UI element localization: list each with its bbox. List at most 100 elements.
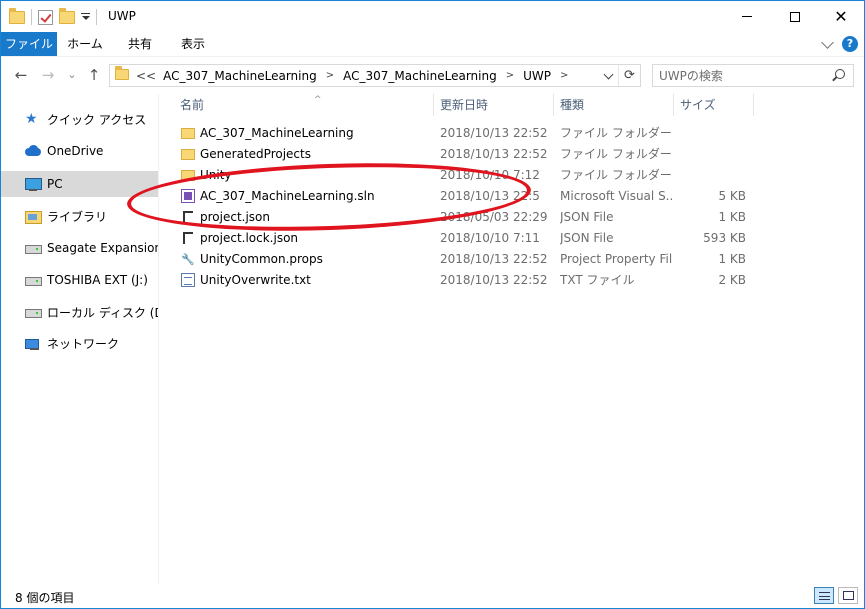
folder-icon [9,7,25,24]
file-name: UnityOverwrite.txt [200,273,311,287]
table-row[interactable]: UnityCommon.props 2018/10/13 22:52 Proje… [160,249,760,270]
back-arrow-icon[interactable]: ← [12,66,30,84]
recent-locations-chevron-icon[interactable]: ⌄ [63,66,81,84]
toolbar-divider [96,9,97,25]
navigation-row: ← → ⌄ ↑ << AC_307_MachineLearning > AC_3… [1,56,864,94]
sidebar-item-toshiba[interactable]: TOSHIBA EXT (J:) [1,267,158,293]
file-size: 5 KB [718,189,746,203]
details-view-button[interactable] [814,587,834,604]
status-bar: 8 個の項目 [1,585,864,608]
file-date: 2018/10/13 22:52 [440,126,548,140]
wrench-props-icon [181,252,195,266]
table-row[interactable]: AC_307_MachineLearning 2018/10/13 22:52 … [160,123,760,144]
column-header-size[interactable]: サイズ [674,94,754,116]
sidebar-item-seagate[interactable]: Seagate Expansion Dr [1,235,158,261]
search-icon[interactable] [835,69,845,79]
json-file-icon [183,211,193,223]
sidebar-item-network[interactable]: ネットワーク [1,330,158,356]
minimize-icon [742,16,752,17]
expand-ribbon-chevron-icon[interactable] [821,35,834,49]
folder-icon [181,128,195,139]
customize-toolbar-dropdown-icon[interactable] [81,12,90,22]
file-date: 2018/10/13 22:5 [440,189,540,203]
sidebar-item-pc[interactable]: PC [1,171,158,197]
breadcrumb-item[interactable]: AC_307_MachineLearning [163,69,317,83]
forward-arrow-icon[interactable]: → [39,66,57,84]
file-type: JSON File [560,210,614,224]
file-type: ファイル フォルダー [560,147,672,161]
file-name: AC_307_MachineLearning [200,126,354,140]
help-icon[interactable]: ? [842,36,858,52]
item-count: 8 個の項目 [15,591,75,605]
breadcrumb-item[interactable]: UWP [523,69,551,83]
close-icon: ✕ [834,6,848,26]
sidebar-item-label: OneDrive [47,144,104,158]
file-size: 2 KB [718,273,746,287]
table-row[interactable]: project.json 2018/05/03 22:29 JSON File … [160,207,760,228]
onedrive-cloud-icon [25,143,41,159]
address-bar[interactable]: << AC_307_MachineLearning > AC_307_Machi… [109,64,641,87]
file-type: Project Property File [560,252,672,266]
search-input[interactable] [653,65,828,86]
view-toggle [814,587,858,604]
file-list: 名前 ^ 更新日時 種類 サイズ AC_307_MachineLearning … [160,94,864,584]
breadcrumb-overflow[interactable]: << [136,69,156,83]
sidebar-item-local-disk[interactable]: ローカル ディスク (D:) [1,299,158,325]
sidebar-item-label: PC [47,177,63,191]
close-button[interactable]: ✕ [818,1,864,32]
file-date: 2018/10/10 7:11 [440,231,540,245]
breadcrumb-item[interactable]: AC_307_MachineLearning [343,69,497,83]
file-type: ファイル フォルダー [560,168,672,182]
breadcrumb-separator-icon[interactable]: > [560,70,568,81]
file-date: 2018/10/13 22:52 [440,147,548,161]
tab-home[interactable]: ホーム [57,32,113,56]
file-size: 593 KB [703,231,746,245]
large-icons-view-button[interactable] [838,587,858,604]
title-bar: UWP ✕ [1,1,864,32]
quick-access-star-icon [25,111,41,127]
file-date: 2018/10/13 22:52 [440,273,548,287]
network-icon [25,335,41,351]
file-type: Microsoft Visual S... [560,189,672,203]
sidebar-item-quick-access[interactable]: クイック アクセス [1,106,158,132]
table-row[interactable]: project.lock.json 2018/10/10 7:11 JSON F… [160,228,760,249]
sidebar-item-label: ライブラリ [47,209,108,224]
column-header-type[interactable]: 種類 [554,94,674,116]
sidebar-item-onedrive[interactable]: OneDrive [1,138,158,164]
tab-file[interactable]: ファイル [1,32,57,56]
file-date: 2018/05/03 22:29 [440,210,548,224]
drive-icon [25,272,42,288]
search-box[interactable] [652,64,854,87]
column-header-name[interactable]: 名前 ^ [174,94,434,116]
up-arrow-icon[interactable]: ↑ [85,66,103,84]
file-name: AC_307_MachineLearning.sln [200,189,375,203]
table-row[interactable]: Unity 2018/10/10 7:12 ファイル フォルダー [160,165,760,186]
refresh-icon[interactable]: ⟳ [618,65,640,86]
ribbon-controls: ? [821,35,858,52]
ribbon-tabs: ファイル ホーム 共有 表示 ? [1,32,864,56]
sidebar-item-label: ネットワーク [47,336,120,351]
table-row[interactable]: UnityOverwrite.txt 2018/10/13 22:52 TXT … [160,270,760,291]
file-name: project.lock.json [200,231,299,245]
column-header-date[interactable]: 更新日時 [434,94,554,116]
table-row[interactable]: AC_307_MachineLearning.sln 2018/10/13 22… [160,186,760,207]
folder-icon [181,149,195,160]
minimize-button[interactable] [724,1,770,32]
file-size: 1 KB [718,210,746,224]
breadcrumb-separator-icon[interactable]: > [506,70,514,81]
breadcrumb-separator-icon[interactable]: > [326,70,334,81]
sidebar-item-library[interactable]: ライブラリ [1,203,158,229]
maximize-button[interactable] [772,1,818,32]
toolbar-divider [31,9,32,25]
tab-share[interactable]: 共有 [113,32,167,56]
tab-view[interactable]: 表示 [167,32,219,56]
properties-check-icon[interactable] [38,9,53,25]
table-row[interactable]: GeneratedProjects 2018/10/13 22:52 ファイル … [160,144,760,165]
file-name: UnityCommon.props [200,252,323,266]
details-view-icon [819,592,830,600]
visual-studio-solution-icon [181,189,195,203]
address-dropdown-icon[interactable] [602,69,616,83]
new-folder-icon[interactable] [59,7,75,24]
file-name: GeneratedProjects [200,147,311,161]
breadcrumb: << AC_307_MachineLearning > AC_307_Machi… [136,65,577,86]
